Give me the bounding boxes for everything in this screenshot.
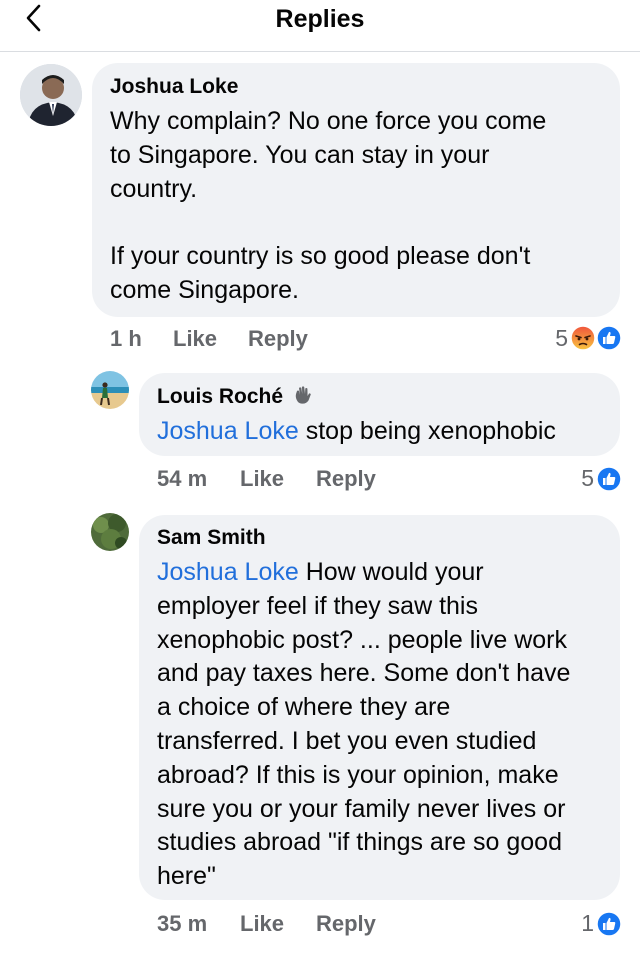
- reply-button[interactable]: Reply: [248, 326, 308, 352]
- reaction-count[interactable]: 5: [566, 465, 594, 492]
- comment-time: 35 m: [157, 911, 208, 936]
- like-button[interactable]: Like: [173, 326, 217, 352]
- comment-text-body: stop being xenophobic: [298, 417, 556, 445]
- comment-text-body: How would your employer feel if they saw…: [157, 558, 571, 891]
- like-reaction-icon: [596, 466, 622, 492]
- avatar[interactable]: [91, 513, 129, 551]
- comment-text: Joshua Loke How would your employer feel…: [157, 556, 617, 894]
- like-button[interactable]: Like: [240, 911, 284, 937]
- avatar[interactable]: [91, 371, 129, 409]
- comment-author[interactable]: Joshua Loke: [110, 75, 238, 99]
- like-reaction-icon: [596, 911, 622, 937]
- reply-button[interactable]: Reply: [316, 911, 376, 937]
- comment-author[interactable]: Sam Smith: [157, 526, 266, 550]
- like-reaction-icon: [596, 325, 622, 351]
- top-bar: Replies: [0, 0, 640, 52]
- angry-reaction-icon: [570, 325, 596, 351]
- comment-text: Joshua Loke stop being xenophobic: [157, 415, 612, 449]
- comment-text: Why complain? No one force you come to S…: [110, 107, 547, 304]
- waving-hand-icon: [295, 386, 311, 404]
- reaction-count[interactable]: 1: [566, 910, 594, 937]
- avatar[interactable]: [20, 64, 82, 126]
- comment-time: 1 h: [110, 326, 142, 351]
- author-name: Louis Roché: [157, 385, 284, 408]
- reaction-count[interactable]: 5: [540, 325, 568, 352]
- page-title: Replies: [275, 5, 365, 33]
- comment-time: 54 m: [157, 466, 208, 491]
- like-button[interactable]: Like: [240, 466, 284, 492]
- comment-author[interactable]: Louis Roché: [157, 385, 313, 409]
- reply-button[interactable]: Reply: [316, 466, 376, 492]
- mention-link[interactable]: Joshua Loke: [157, 417, 299, 445]
- mention-link[interactable]: Joshua Loke: [157, 558, 299, 586]
